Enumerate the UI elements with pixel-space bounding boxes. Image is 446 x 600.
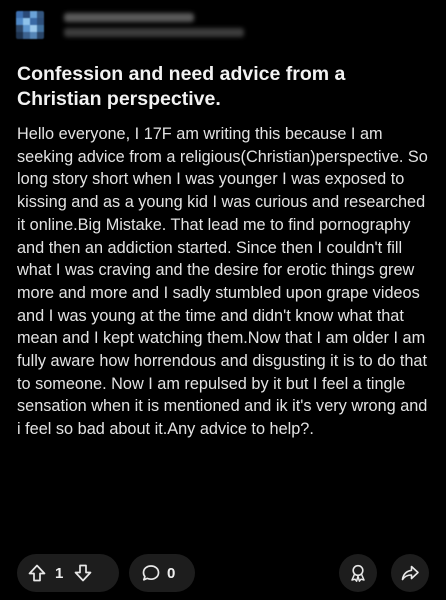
post-title: Confession and need advice from a Christ… — [17, 63, 346, 110]
post-header — [16, 10, 244, 40]
comments-button[interactable]: 0 — [129, 554, 195, 592]
post-body: Hello everyone, I 17F am writing this be… — [17, 125, 428, 439]
award-ribbon-icon — [348, 563, 368, 583]
user-avatar[interactable] — [16, 11, 44, 39]
downvote-arrow-icon[interactable] — [73, 563, 93, 583]
vote-count: 1 — [55, 564, 64, 582]
award-button[interactable] — [339, 554, 377, 592]
vote-pill: 1 — [17, 554, 119, 592]
upvote-arrow-icon[interactable] — [27, 563, 47, 583]
share-button[interactable] — [391, 554, 429, 592]
comment-count: 0 — [167, 564, 176, 582]
blurred-username — [64, 13, 244, 37]
share-arrow-icon — [400, 563, 420, 583]
post-action-bar: 1 0 — [17, 554, 429, 592]
comment-bubble-icon — [141, 563, 161, 583]
